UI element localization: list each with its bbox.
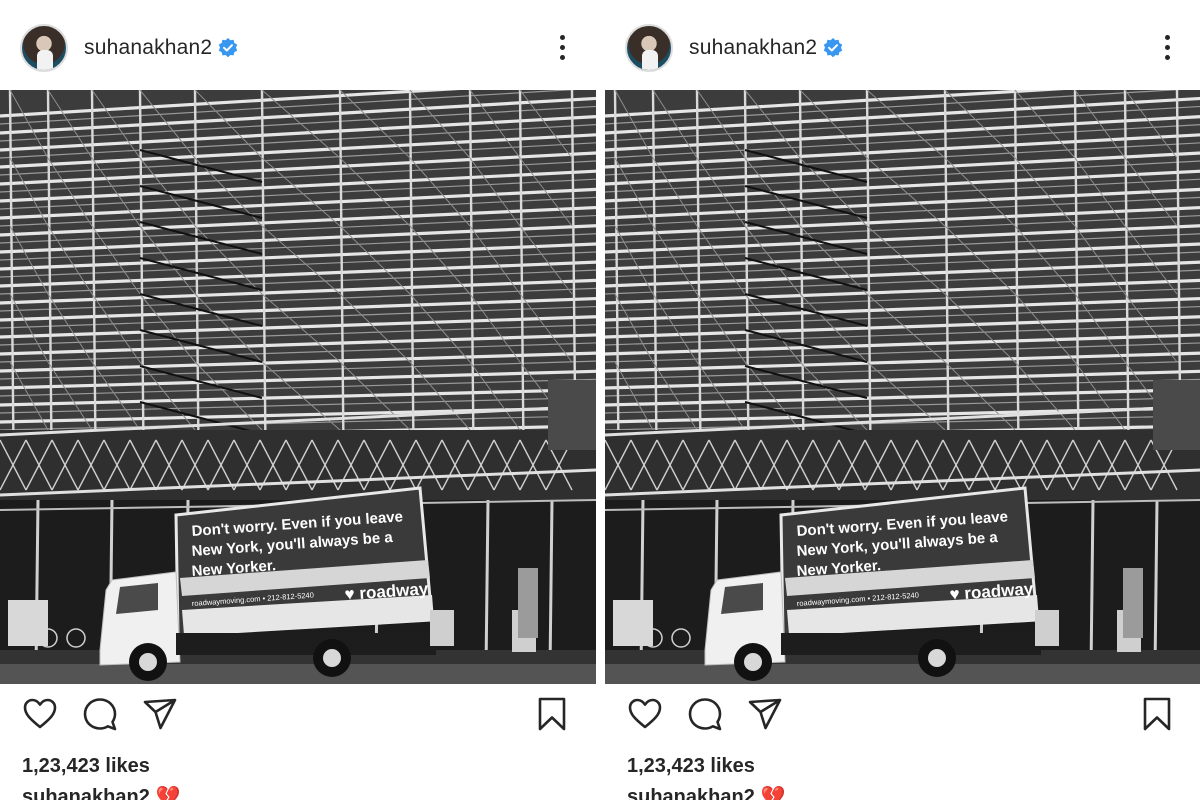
caption: suhanakhan2 💔 [22,784,181,800]
comment-icon[interactable] [82,696,118,732]
username[interactable]: suhanakhan2 [84,36,212,60]
avatar[interactable] [20,24,68,72]
avatar[interactable] [625,24,673,72]
action-bar [605,696,1200,740]
more-options-icon[interactable] [558,35,566,61]
bookmark-icon[interactable] [1139,696,1175,732]
broken-heart-emoji: 💔 [760,786,786,800]
post-photo[interactable]: Don't worry. Even if you leave New York, … [605,90,1200,684]
comment-icon[interactable] [687,696,723,732]
likes-count[interactable]: 1,23,423 likes [627,755,755,778]
heart-icon[interactable] [22,696,58,732]
bookmark-icon[interactable] [534,696,570,732]
verified-badge-icon [218,38,238,58]
scaffolding-photo: Don't worry. Even if you leaveNew York, … [0,90,596,684]
post-header: suhanakhan2 [605,0,1200,90]
caption-username[interactable]: suhanakhan2 [627,786,755,800]
post-right: suhanakhan2 Don't worry. Even if you lea… [605,0,1200,800]
heart-icon[interactable] [627,696,663,732]
post-photo[interactable]: Don't worry. Even if you leave New York, … [0,90,596,684]
scaffolding-photo: Don't worry. Even if you leaveNew York, … [605,90,1200,684]
action-bar [0,696,596,740]
broken-heart-emoji: 💔 [155,786,181,800]
caption: suhanakhan2 💔 [627,784,786,800]
send-icon[interactable] [747,696,783,732]
send-icon[interactable] [142,696,178,732]
verified-badge-icon [823,38,843,58]
post-header: suhanakhan2 [0,0,596,90]
more-options-icon[interactable] [1163,35,1171,61]
post-left: suhanakhan2 Don't worry. Even if you lea… [0,0,596,800]
username[interactable]: suhanakhan2 [689,36,817,60]
likes-count[interactable]: 1,23,423 likes [22,755,150,778]
caption-username[interactable]: suhanakhan2 [22,786,150,800]
